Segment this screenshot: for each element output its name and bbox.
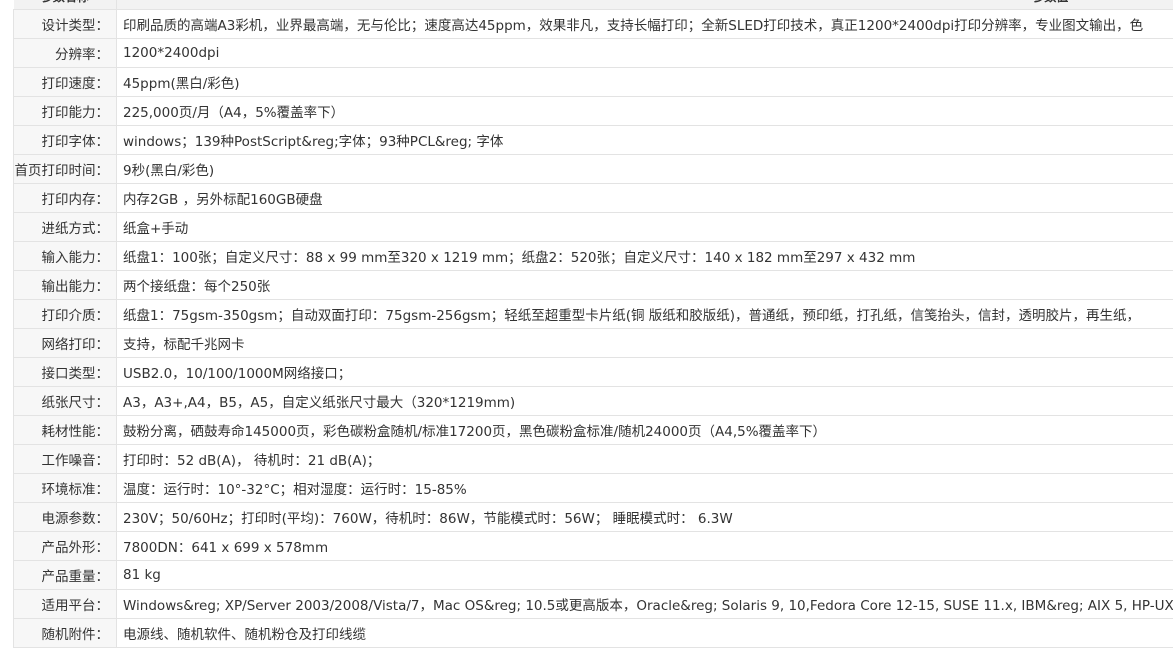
spec-row: 纸张尺寸： A3，A3+,A4，B5，A5，自定义纸张尺寸最大（320*1219m… xyxy=(13,386,1173,416)
header-label-column: 参数名称 xyxy=(13,0,117,10)
spec-label: 打印能力： xyxy=(13,96,117,126)
spec-value: 印刷品质的高端A3彩机，业界最高端，无与伦比；速度高达45ppm，效果非凡，支持… xyxy=(116,9,1173,39)
spec-label: 环境标准： xyxy=(13,473,117,503)
spec-table-body: 设计类型： 印刷品质的高端A3彩机，业界最高端，无与伦比；速度高达45ppm，效果… xyxy=(13,9,1173,648)
spec-value: 纸盘1：100张；自定义尺寸：88 x 99 mm至320 x 1219 mm；… xyxy=(116,241,1173,271)
spec-value: USB2.0，10/100/1000M网络接口； xyxy=(116,357,1173,387)
spec-row: 适用平台： Windows&reg; XP/Server 2003/2008/Vi… xyxy=(13,589,1173,619)
spec-row: 耗材性能： 鼓粉分离，硒鼓寿命145000页，彩色碳粉盒随机/标准17200页，黑… xyxy=(13,415,1173,445)
spec-label: 打印字体： xyxy=(13,125,117,155)
spec-value: 内存2GB ，另外标配160GB硬盘 xyxy=(116,183,1173,213)
spec-label: 随机附件： xyxy=(13,618,117,648)
spec-label: 设计类型： xyxy=(13,9,117,39)
spec-row: 产品重量： 81 kg xyxy=(13,560,1173,590)
spec-row: 输入能力： 纸盘1：100张；自定义尺寸：88 x 99 mm至320 x 121… xyxy=(13,241,1173,271)
spec-row: 打印能力： 225,000页/月（A4，5%覆盖率下） xyxy=(13,96,1173,126)
spec-value: 1200*2400dpi xyxy=(116,38,1173,68)
spec-row: 首页打印时间： 9秒(黑白/彩色) xyxy=(13,154,1173,184)
spec-value: 230V；50/60Hz；打印时(平均)：760W，待机时：86W，节能模式时：… xyxy=(116,502,1173,532)
spec-label: 打印内存： xyxy=(13,183,117,213)
spec-row: 环境标准： 温度：运行时：10°-32°C；相对湿度：运行时：15-85% xyxy=(13,473,1173,503)
spec-table: 参数名称 参数值 设计类型：印刷品质的高端A3彩机，业界最高端，无与伦比；速度高… xyxy=(13,0,1173,648)
spec-row: 接口类型： USB2.0，10/100/1000M网络接口； xyxy=(13,357,1173,387)
spec-value: Windows&reg; XP/Server 2003/2008/Vista/7… xyxy=(116,589,1173,619)
spec-value: 打印时：52 dB(A)， 待机时：21 dB(A)； xyxy=(116,444,1173,474)
spec-value: A3，A3+,A4，B5，A5，自定义纸张尺寸最大（320*1219mm) xyxy=(116,386,1173,416)
spec-row: 打印字体： windows；139种PostScript&reg;字体；93种PC… xyxy=(13,125,1173,155)
spec-value: 支持，标配千兆网卡 xyxy=(116,328,1173,358)
spec-row: 网络打印： 支持，标配千兆网卡 xyxy=(13,328,1173,358)
spec-label: 电源参数： xyxy=(13,502,117,532)
spec-row: 工作噪音： 打印时：52 dB(A)， 待机时：21 dB(A)； xyxy=(13,444,1173,474)
spec-value: 两个接纸盘：每个250张 xyxy=(116,270,1173,300)
spec-value: 45ppm(黑白/彩色) xyxy=(116,67,1173,97)
spec-row: 进纸方式： 纸盒+手动 xyxy=(13,212,1173,242)
spec-label: 输入能力： xyxy=(13,241,117,271)
spec-row: 打印速度： 45ppm(黑白/彩色) xyxy=(13,67,1173,97)
spec-row: 随机附件： 电源线、随机软件、随机粉仓及打印线缆 xyxy=(13,618,1173,648)
spec-value: windows；139种PostScript&reg;字体；93种PCL&reg… xyxy=(116,125,1173,155)
spec-value: 225,000页/月（A4，5%覆盖率下） xyxy=(116,96,1173,126)
spec-label: 分辨率： xyxy=(13,38,117,68)
spec-page: 参数名称 参数值 设计类型：印刷品质的高端A3彩机，业界最高端，无与伦比；速度高… xyxy=(0,0,1173,654)
spec-label: 打印速度： xyxy=(13,67,117,97)
spec-label: 网络打印： xyxy=(13,328,117,358)
spec-value: 纸盒+手动 xyxy=(116,212,1173,242)
spec-row: 产品外形： 7800DN：641 x 699 x 578mm xyxy=(13,531,1173,561)
spec-label: 进纸方式： xyxy=(13,212,117,242)
spec-label: 纸张尺寸： xyxy=(13,386,117,416)
spec-value: 9秒(黑白/彩色) xyxy=(116,154,1173,184)
spec-row: 分辨率： 1200*2400dpi xyxy=(13,38,1173,68)
spec-row: 电源参数： 230V；50/60Hz；打印时(平均)：760W，待机时：86W，节… xyxy=(13,502,1173,532)
spec-value: 鼓粉分离，硒鼓寿命145000页，彩色碳粉盒随机/标准17200页，黑色碳粉盒标… xyxy=(116,415,1173,445)
spec-value: 温度：运行时：10°-32°C；相对湿度：运行时：15-85% xyxy=(116,473,1173,503)
spec-value: 7800DN：641 x 699 x 578mm xyxy=(116,531,1173,561)
spec-label: 输出能力： xyxy=(13,270,117,300)
spec-row: 输出能力： 两个接纸盘：每个250张 xyxy=(13,270,1173,300)
spec-label: 工作噪音： xyxy=(13,444,117,474)
spec-label: 打印介质： xyxy=(13,299,117,329)
spec-value: 电源线、随机软件、随机粉仓及打印线缆 xyxy=(116,618,1173,648)
header-value-column: 参数值 xyxy=(116,0,1173,10)
spec-row: 设计类型： 印刷品质的高端A3彩机，业界最高端，无与伦比；速度高达45ppm，效果… xyxy=(13,9,1173,39)
spec-row: 打印内存： 内存2GB ，另外标配160GB硬盘 xyxy=(13,183,1173,213)
spec-label: 产品重量： xyxy=(13,560,117,590)
spec-label: 首页打印时间： xyxy=(13,154,117,184)
spec-label: 耗材性能： xyxy=(13,415,117,445)
spec-table-header: 参数名称 参数值 xyxy=(13,0,1173,10)
spec-label: 产品外形： xyxy=(13,531,117,561)
spec-row: 打印介质： 纸盘1：75gsm-350gsm；自动双面打印：75gsm-256gs… xyxy=(13,299,1173,329)
spec-label: 接口类型： xyxy=(13,357,117,387)
spec-value: 81 kg xyxy=(116,560,1173,590)
spec-value: 纸盘1：75gsm-350gsm；自动双面打印：75gsm-256gsm；轻纸至… xyxy=(116,299,1173,329)
spec-label: 适用平台： xyxy=(13,589,117,619)
